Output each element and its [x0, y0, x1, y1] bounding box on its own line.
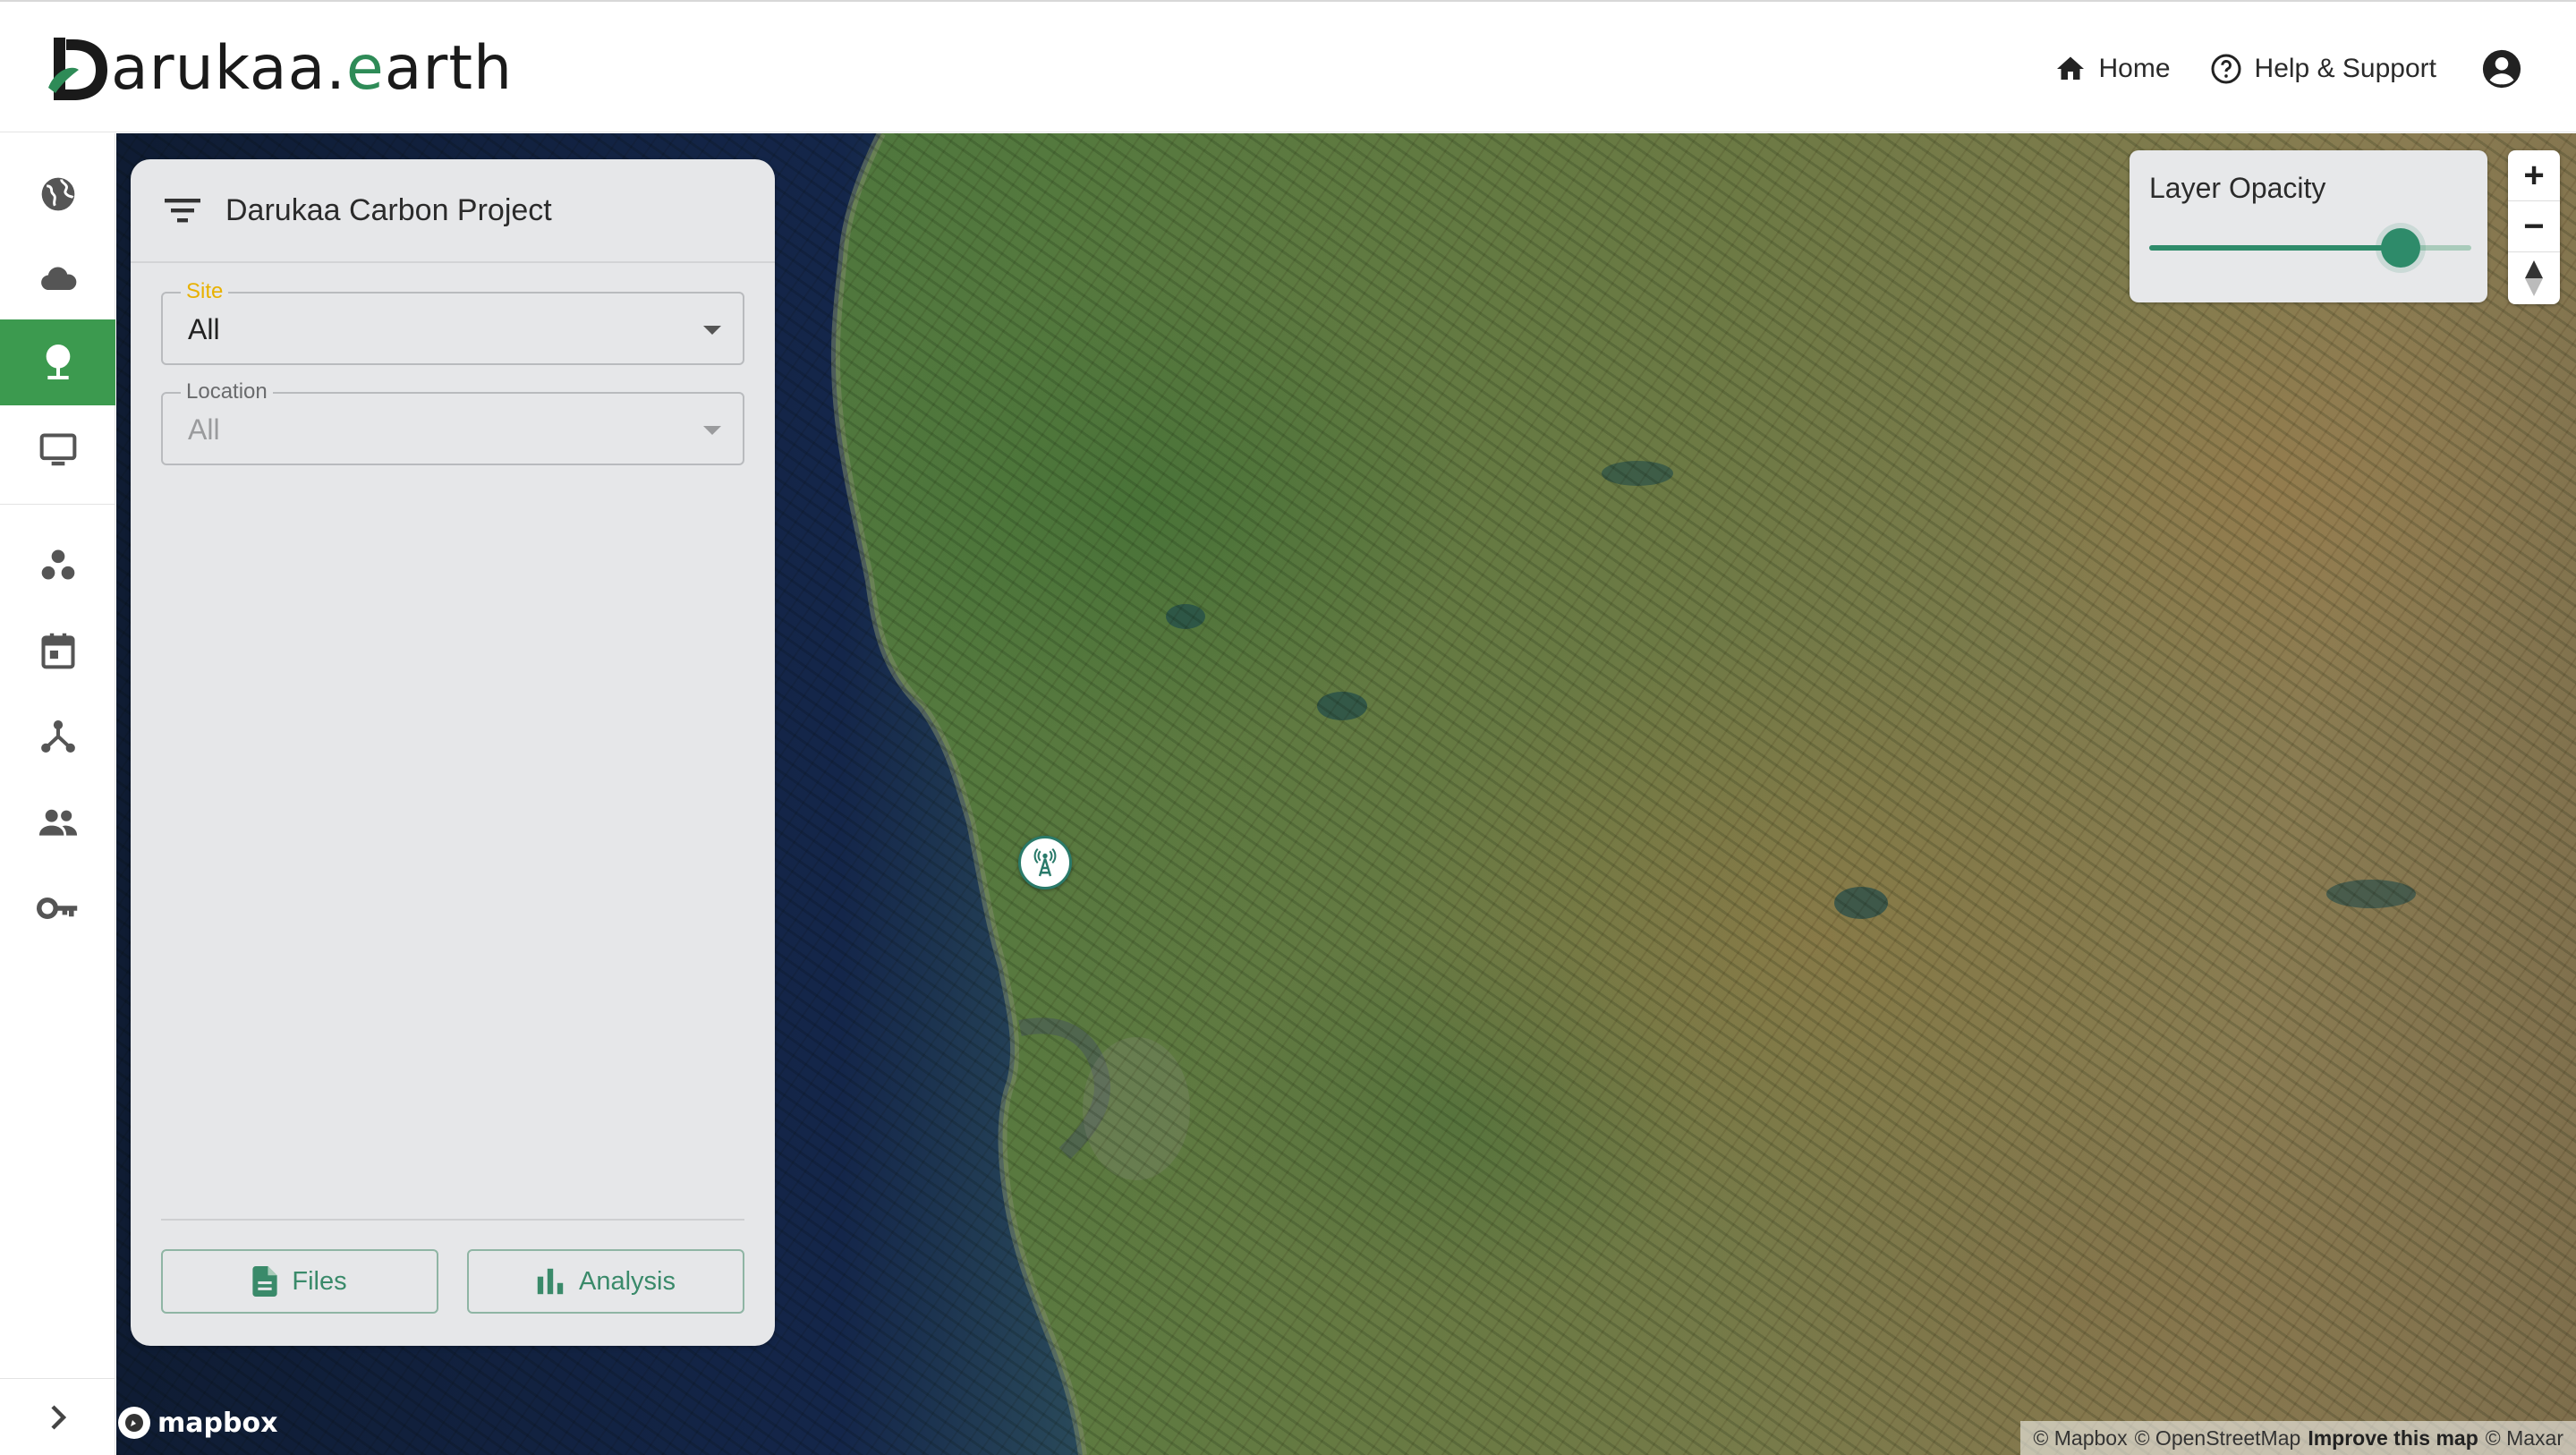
calendar-icon	[40, 633, 75, 669]
opacity-slider-thumb[interactable]	[2380, 228, 2420, 268]
layer-opacity-control: Layer Opacity	[2130, 150, 2487, 302]
analysis-button[interactable]: Analysis	[467, 1249, 744, 1314]
people-icon	[38, 809, 77, 836]
analysis-button-label: Analysis	[579, 1266, 676, 1296]
location-select-label: Location	[181, 379, 273, 404]
logo-mark-icon	[48, 38, 107, 100]
chevron-right-icon	[50, 1404, 66, 1430]
attribution-maxar-link[interactable]: © Maxar	[2486, 1426, 2563, 1451]
sidebar-item-tree[interactable]	[0, 319, 115, 405]
site-select[interactable]: Site All	[161, 279, 744, 365]
file-icon	[252, 1266, 277, 1297]
globe-icon	[41, 177, 74, 211]
nav-home-link[interactable]: Home	[2054, 53, 2171, 85]
site-marker[interactable]	[1018, 836, 1072, 889]
panel-header: Darukaa Carbon Project	[131, 159, 775, 263]
darukaa-logo[interactable]: arukaa.earth	[47, 29, 513, 109]
sidebar-item-globe[interactable]	[0, 151, 115, 237]
cloud-icon	[40, 267, 76, 291]
nav-help-link[interactable]: Help & Support	[2210, 53, 2436, 85]
improve-map-link[interactable]: Improve this map	[2308, 1426, 2478, 1451]
attribution-osm-link[interactable]: © OpenStreetMap	[2135, 1426, 2301, 1451]
location-select[interactable]: Location All	[161, 379, 744, 465]
location-select-value: All	[188, 413, 220, 446]
bar-chart-icon	[537, 1268, 564, 1295]
nav-help-label: Help & Support	[2254, 54, 2436, 83]
map-attribution: © Mapbox © OpenStreetMap Improve this ma…	[2020, 1421, 2576, 1455]
header-nav: Home Help & Support	[2015, 38, 2522, 100]
panel-divider	[161, 1219, 744, 1221]
key-icon	[36, 898, 77, 919]
monitor-icon	[39, 433, 76, 466]
mapbox-logo[interactable]: mapbox	[118, 1403, 277, 1442]
sidebar-item-monitor[interactable]	[0, 407, 115, 493]
project-title: Darukaa Carbon Project	[225, 192, 552, 227]
compass-button[interactable]	[2508, 252, 2560, 303]
filter-panel: Darukaa Carbon Project Site All Location…	[131, 159, 775, 1346]
layer-opacity-title: Layer Opacity	[2149, 172, 2326, 204]
attribution-mapbox-link[interactable]: © Mapbox	[2033, 1426, 2127, 1451]
network-icon	[40, 720, 75, 753]
site-select-value: All	[188, 313, 220, 345]
tree-icon	[46, 345, 70, 379]
compass-icon	[2525, 260, 2543, 296]
nav-home-label: Home	[2098, 54, 2171, 83]
opacity-slider-track[interactable]	[2149, 228, 2471, 268]
sidebar-divider	[0, 504, 115, 505]
sidebar-item-calendar[interactable]	[0, 608, 115, 693]
files-button-label: Files	[292, 1266, 347, 1296]
help-circle-icon	[2211, 54, 2241, 84]
zoom-out-button[interactable]: −	[2508, 201, 2560, 252]
logo-text: arukaa.earth	[111, 33, 514, 104]
mapbox-logo-icon	[118, 1407, 150, 1439]
left-sidebar	[0, 133, 115, 1455]
account-circle-icon[interactable]	[2481, 48, 2522, 89]
sidebar-item-bubbles[interactable]	[0, 522, 115, 608]
sidebar-collapse-button[interactable]	[0, 1378, 115, 1455]
radio-tower-icon	[1033, 847, 1057, 877]
sidebar-item-key[interactable]	[0, 865, 115, 951]
caret-down-icon	[703, 426, 721, 435]
caret-down-icon	[703, 326, 721, 335]
app-header: arukaa.earth Home Help & Support	[0, 0, 2576, 132]
bubbles-icon	[41, 549, 74, 580]
zoom-in-button[interactable]: +	[2508, 150, 2560, 201]
zoom-control: + −	[2508, 150, 2560, 304]
mapbox-logo-text: mapbox	[157, 1407, 278, 1439]
files-button[interactable]: Files	[161, 1249, 438, 1314]
home-icon	[2056, 56, 2084, 80]
site-select-label: Site	[181, 279, 229, 304]
sidebar-item-people[interactable]	[0, 779, 115, 865]
opacity-slider-fill	[2149, 245, 2401, 251]
filter-list-icon[interactable]	[165, 196, 200, 225]
sidebar-item-cloud[interactable]	[0, 237, 115, 323]
sidebar-item-network[interactable]	[0, 693, 115, 779]
